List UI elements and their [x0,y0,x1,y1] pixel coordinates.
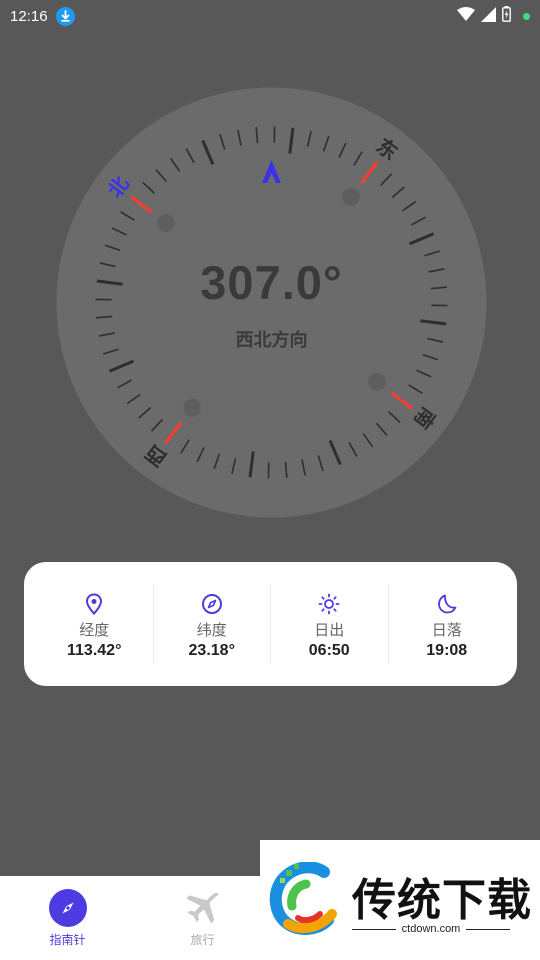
compass-icon [201,594,222,614]
status-time: 12:16 [10,7,48,25]
dial-dot [341,188,360,207]
info-label: 纬度 [196,621,227,639]
dial-dot [367,372,386,391]
sun-icon [318,593,340,615]
info-value: 19:08 [426,642,468,659]
divider [466,928,511,930]
heading-readout: 307.0° 西北方向 [56,255,487,352]
signal-icon [481,6,496,26]
info-label: 经度 [79,621,110,639]
moon-icon [437,594,457,614]
location-info-card: 经度 113.42° 纬度 23.18° 日出 06:50 日落 19:08 [24,562,517,686]
divider [352,928,396,930]
nav-item-travel[interactable]: 旅行 [135,876,270,960]
dial-dot [183,398,202,417]
watermark-url-row: ctdown.com [352,923,511,935]
watermark-title: 传统下载 [352,875,532,926]
info-value: 06:50 [308,642,350,659]
location-pin-icon [86,593,103,615]
notification-dot [523,12,530,20]
ctdown-logo-icon [269,862,337,935]
watermark-url: ctdown.com [401,923,461,935]
watermark-banner: 传统下载 ctdown.com [260,840,540,960]
compass-dial: 北东南西 307.0° 西北方向 [56,87,487,518]
dial-dot [157,214,176,233]
nav-label: 旅行 [190,933,215,947]
nav-item-compass[interactable]: 指南针 [0,876,135,960]
info-longitude: 经度 113.42° [36,584,153,664]
info-latitude: 纬度 23.18° [154,584,271,664]
info-sunrise: 日出 06:50 [271,584,388,664]
airplane-icon [184,889,222,927]
wifi-icon [457,7,475,25]
info-sunset: 日落 19:08 [389,584,506,664]
nav-label: 指南针 [49,933,86,947]
battery-icon [502,6,511,26]
info-value: 23.18° [188,642,235,659]
heading-direction: 西北方向 [235,330,308,351]
compass-nav-icon [48,889,87,927]
info-value: 113.42° [67,642,122,659]
download-icon [55,6,75,26]
info-label: 日落 [431,621,462,639]
info-label: 日出 [314,621,345,639]
status-icons [457,6,530,26]
heading-degrees: 307.0° [200,256,343,309]
status-bar: 12:16 [0,0,540,32]
